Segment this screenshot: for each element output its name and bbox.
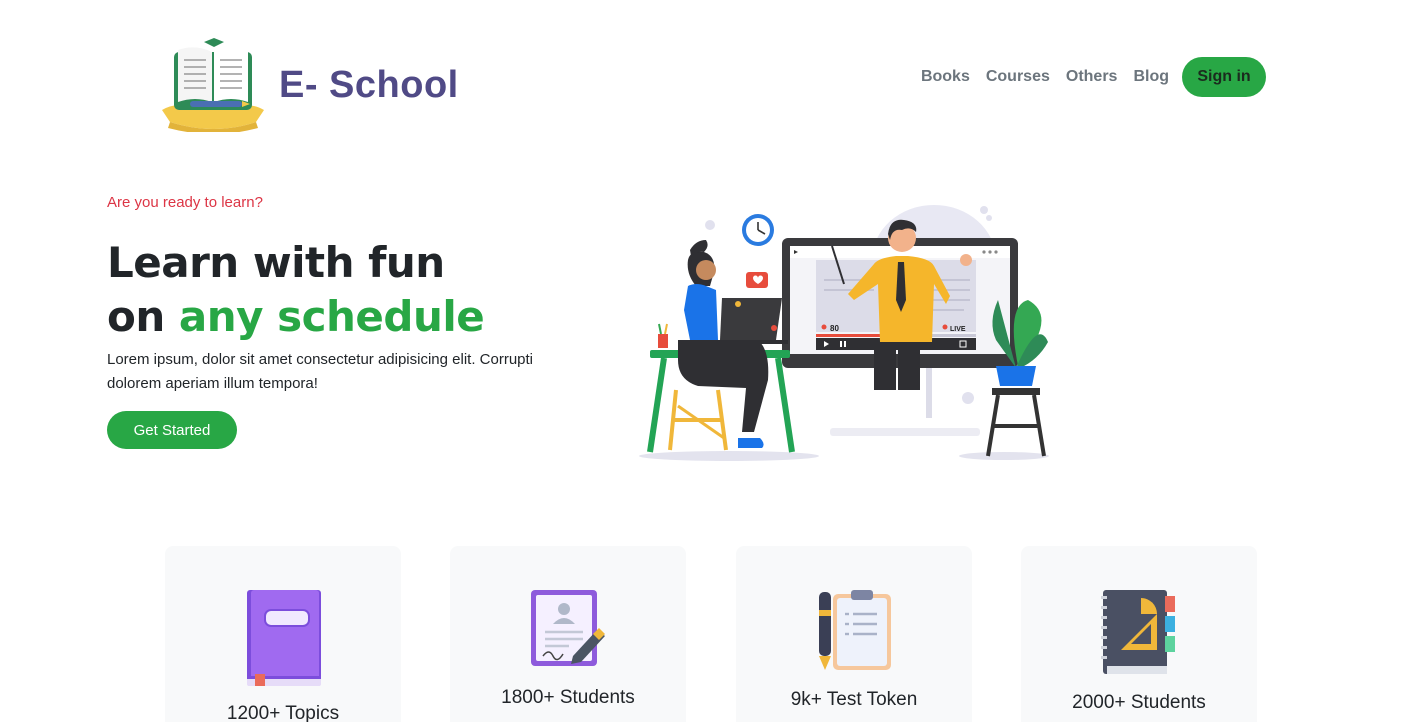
online-class-illustration: 80 LIVE <box>639 205 1049 461</box>
hero-title-accent: any schedule <box>178 292 485 341</box>
hero-title-line2-prefix: on <box>107 292 165 341</box>
nav-link-courses[interactable]: Courses <box>978 68 1058 86</box>
book-icon <box>247 590 321 686</box>
stat-card-students-1: 1800+ Students <box>450 546 686 722</box>
header: E- School Books Courses Others Blog Sign… <box>0 0 1422 150</box>
viewer-count: 80 <box>830 324 839 333</box>
hero-title: Learn with fun on any schedule <box>107 236 485 344</box>
stat-card-students-2: 2000+ Students <box>1021 546 1257 722</box>
nav-link-books[interactable]: Books <box>913 68 978 86</box>
hero-tagline: Are you ready to learn? <box>107 194 263 211</box>
brand-name[interactable]: E- School <box>279 64 459 107</box>
signin-button[interactable]: Sign in <box>1182 57 1266 97</box>
get-started-button[interactable]: Get Started <box>107 411 237 449</box>
live-badge: LIVE <box>950 326 966 333</box>
stat-label-test-token: 9k+ Test Token <box>790 689 918 710</box>
stat-label-students-2: 2000+ Students <box>1072 692 1206 713</box>
hero-title-line1: Learn with fun <box>107 238 445 287</box>
nav-link-blog[interactable]: Blog <box>1125 68 1177 86</box>
main-nav: Books Courses Others Blog Sign in <box>913 57 1266 97</box>
notebook-icon <box>1101 590 1175 674</box>
stat-card-test-token: 9k+ Test Token <box>736 546 972 722</box>
book-logo-icon[interactable] <box>158 38 268 132</box>
stat-card-topics: 1200+ Topics <box>165 546 401 722</box>
nav-link-others[interactable]: Others <box>1058 68 1126 86</box>
stat-label-topics: 1200+ Topics <box>226 703 340 722</box>
certificate-icon <box>531 590 605 666</box>
clipboard-pen-icon <box>819 590 891 670</box>
hero-description: Lorem ipsum, dolor sit amet consectetur … <box>107 351 534 392</box>
stat-label-students-1: 1800+ Students <box>501 687 635 708</box>
